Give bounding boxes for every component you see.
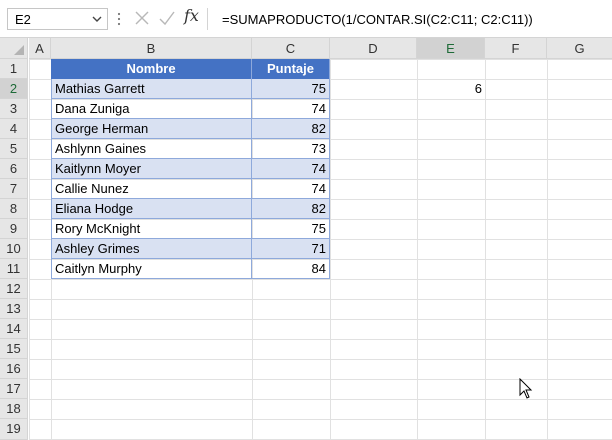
row-header-8[interactable]: 8 — [0, 199, 28, 219]
close-icon[interactable] — [133, 9, 151, 27]
cell-b5[interactable]: Ashlynn Gaines — [51, 139, 252, 159]
name-box[interactable]: E2 — [7, 8, 108, 30]
row-header-2[interactable]: 2 — [0, 79, 28, 99]
column-header-e[interactable]: E — [417, 38, 485, 59]
table-header-score[interactable]: Puntaje — [252, 59, 330, 79]
cell-c7[interactable]: 74 — [252, 179, 330, 199]
row-header-7[interactable]: 7 — [0, 179, 28, 199]
cell-b7[interactable]: Callie Nunez — [51, 179, 252, 199]
spreadsheet-grid: A B C D E F G 1 2 3 4 5 6 7 8 9 10 11 12… — [0, 38, 612, 440]
row-header-18[interactable]: 18 — [0, 399, 28, 419]
row-header-3[interactable]: 3 — [0, 99, 28, 119]
cell-b2[interactable]: Mathias Garrett — [51, 79, 252, 99]
cell-c3[interactable]: 74 — [252, 99, 330, 119]
row-header-11[interactable]: 11 — [0, 259, 28, 279]
name-box-value: E2 — [15, 12, 31, 27]
column-header-b[interactable]: B — [51, 38, 252, 59]
cell-b8[interactable]: Eliana Hodge — [51, 199, 252, 219]
column-header-g[interactable]: G — [547, 38, 612, 59]
column-header-a[interactable]: A — [29, 38, 51, 59]
cell-b10[interactable]: Ashley Grimes — [51, 239, 252, 259]
cell-e2[interactable]: 6 — [417, 79, 485, 99]
cell-c6[interactable]: 74 — [252, 159, 330, 179]
cell-c2[interactable]: 75 — [252, 79, 330, 99]
cell-c5[interactable]: 73 — [252, 139, 330, 159]
row-header-17[interactable]: 17 — [0, 379, 28, 399]
column-header-c[interactable]: C — [252, 38, 330, 59]
cell-b9[interactable]: Rory McKnight — [51, 219, 252, 239]
check-icon[interactable] — [157, 9, 177, 27]
formula-input[interactable] — [208, 8, 612, 30]
row-header-10[interactable]: 10 — [0, 239, 28, 259]
cell-c9[interactable]: 75 — [252, 219, 330, 239]
cell-b4[interactable]: George Herman — [51, 119, 252, 139]
row-header-16[interactable]: 16 — [0, 359, 28, 379]
row-header-19[interactable]: 19 — [0, 419, 28, 440]
column-header-f[interactable]: F — [485, 38, 547, 59]
cell-c4[interactable]: 82 — [252, 119, 330, 139]
row-header-5[interactable]: 5 — [0, 139, 28, 159]
chevron-down-icon[interactable] — [90, 11, 104, 27]
row-header-1[interactable]: 1 — [0, 59, 28, 79]
select-all-button[interactable] — [0, 38, 28, 59]
cell-b3[interactable]: Dana Zuniga — [51, 99, 252, 119]
table-header-name[interactable]: Nombre — [51, 59, 252, 79]
row-header-6[interactable]: 6 — [0, 159, 28, 179]
cell-c8[interactable]: 82 — [252, 199, 330, 219]
mouse-pointer-icon — [519, 378, 533, 399]
row-header-4[interactable]: 4 — [0, 119, 28, 139]
drag-handle-icon[interactable] — [116, 9, 122, 29]
row-header-14[interactable]: 14 — [0, 319, 28, 339]
row-header-9[interactable]: 9 — [0, 219, 28, 239]
function-icon[interactable]: fx — [184, 6, 199, 25]
row-header-12[interactable]: 12 — [0, 279, 28, 299]
cell-c10[interactable]: 71 — [252, 239, 330, 259]
row-header-15[interactable]: 15 — [0, 339, 28, 359]
cell-b11[interactable]: Caitlyn Murphy — [51, 259, 252, 279]
column-header-d[interactable]: D — [330, 38, 417, 59]
cell-b6[interactable]: Kaitlynn Moyer — [51, 159, 252, 179]
formula-bar: E2 fx — [0, 0, 612, 38]
cell-c11[interactable]: 84 — [252, 259, 330, 279]
row-header-13[interactable]: 13 — [0, 299, 28, 319]
